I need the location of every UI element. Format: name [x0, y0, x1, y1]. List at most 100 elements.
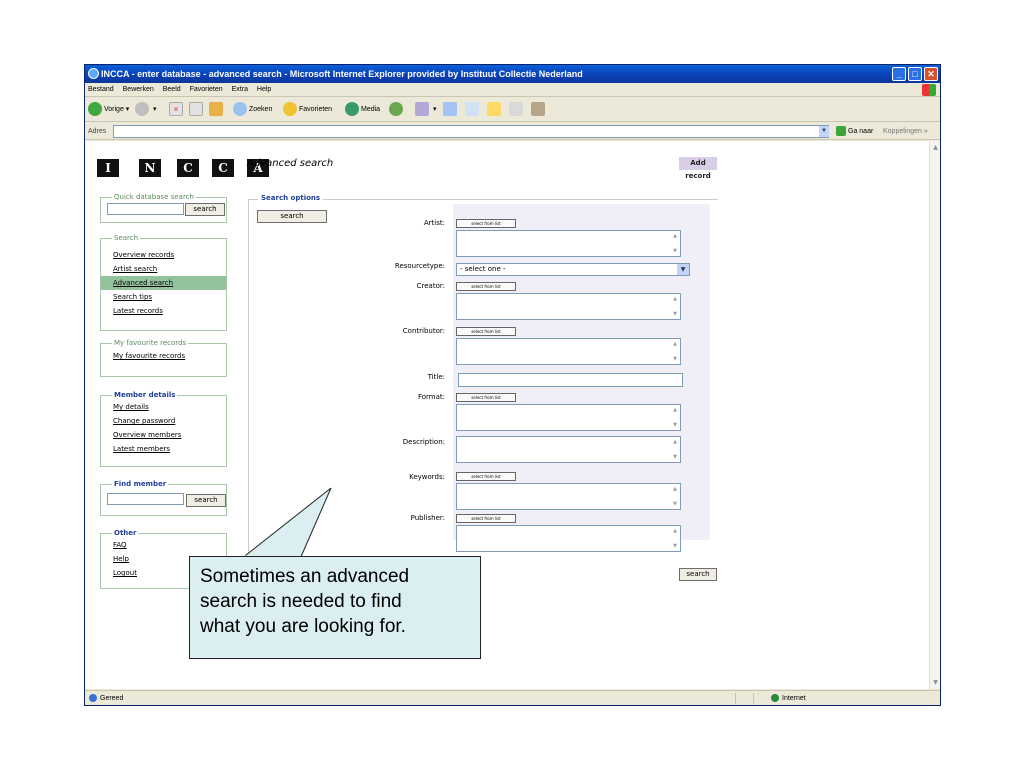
nav-my-details[interactable]: My details [101, 400, 226, 414]
callout-line-3: what you are looking for. [200, 616, 406, 637]
messenger-button[interactable] [509, 101, 525, 118]
artist-textarea[interactable]: ▲ ▼ [456, 230, 681, 257]
media-button[interactable]: Media [345, 101, 380, 118]
menu-extra[interactable]: Extra [232, 86, 248, 93]
find-member-button[interactable]: search [186, 494, 226, 507]
page-icon [89, 694, 97, 703]
scroll-down-icon[interactable]: ▼ [671, 247, 679, 255]
scroll-up-icon[interactable]: ▲ [671, 527, 679, 535]
nav-search-tips[interactable]: Search tips [101, 290, 226, 304]
contributor-textarea[interactable]: ▲ ▼ [456, 338, 681, 365]
back-arrow-icon [88, 102, 102, 117]
edit-button[interactable] [465, 101, 481, 118]
format-textarea[interactable]: ▲ ▼ [456, 404, 681, 431]
mail-button[interactable]: ▾ [415, 101, 436, 118]
title-input[interactable] [458, 373, 683, 387]
nav-latest-members[interactable]: Latest members [101, 442, 226, 456]
publisher-textarea[interactable]: ▲ ▼ [456, 525, 681, 552]
chevron-down-icon[interactable]: ▼ [677, 264, 689, 275]
resourcetype-select[interactable]: - select one - ▼ [456, 263, 690, 276]
scroll-up-icon[interactable]: ▲ [671, 295, 679, 303]
format-select-button[interactable]: select from list [456, 393, 516, 402]
refresh-button[interactable] [189, 101, 205, 118]
search-options-top-button[interactable]: search [257, 210, 327, 223]
nav-change-password[interactable]: Change password [101, 414, 226, 428]
scroll-up-icon[interactable]: ▲ [671, 438, 679, 446]
format-label: Format: [417, 393, 445, 401]
address-dropdown-icon[interactable]: ▼ [819, 126, 829, 137]
contributor-select-button[interactable]: select from list [456, 327, 516, 336]
search-submit-button[interactable]: search [679, 568, 717, 581]
maximize-icon[interactable]: □ [908, 67, 922, 81]
history-icon [389, 102, 403, 117]
artist-select-button[interactable]: select from list [456, 219, 516, 228]
add-record-button[interactable]: Add record [679, 157, 717, 180]
contributor-label: Contributor: [402, 327, 445, 335]
window-controls: _ □ ✕ [892, 67, 938, 81]
publisher-select-button[interactable]: select from list [456, 514, 516, 523]
book-icon [531, 102, 545, 117]
nav-my-favourite-records[interactable]: My favourite records [101, 349, 226, 363]
search-nav-panel: Search Overview records Artist search Ad… [100, 234, 227, 331]
menu-bestand[interactable]: Bestand [88, 86, 114, 93]
folder-button[interactable] [487, 101, 503, 118]
messenger-icon [509, 102, 523, 117]
print-button[interactable] [443, 101, 459, 118]
research-button[interactable] [531, 101, 547, 118]
callout-box: Sometimes an advanced search is needed t… [189, 556, 481, 659]
scroll-down-icon[interactable]: ▼ [671, 310, 679, 318]
other-legend: Other [114, 529, 137, 537]
member-panel: Member details My details Change passwor… [100, 391, 227, 467]
scroll-down-icon[interactable]: ▼ [671, 500, 679, 508]
scroll-down-icon[interactable]: ▼ [671, 542, 679, 550]
incca-logo[interactable]: I N C C A [97, 159, 269, 177]
scroll-down-icon[interactable]: ▼ [671, 421, 679, 429]
back-button[interactable]: Vorige ▾ [88, 101, 129, 118]
scroll-down-icon[interactable]: ▼ [671, 355, 679, 363]
scroll-up-icon[interactable]: ▲ [671, 485, 679, 493]
minimize-icon[interactable]: _ [892, 67, 906, 81]
page-scrollbar[interactable]: ▲ ▼ [929, 141, 940, 689]
forward-button[interactable]: ▾ [135, 101, 156, 118]
keywords-textarea[interactable]: ▲ ▼ [456, 483, 681, 510]
find-member-input[interactable] [107, 493, 184, 505]
nav-advanced-search[interactable]: Advanced search [101, 276, 226, 290]
title-label: Title: [427, 373, 445, 381]
home-button[interactable] [209, 101, 225, 118]
menu-help[interactable]: Help [257, 86, 271, 93]
links-button[interactable]: Koppelingen » [883, 123, 928, 140]
stop-icon: × [169, 102, 183, 117]
search-nav-legend: Search [114, 234, 139, 242]
globe-icon [771, 694, 779, 703]
ie-icon [88, 68, 99, 79]
scroll-up-icon[interactable]: ▲ [671, 406, 679, 414]
creator-textarea[interactable]: ▲ ▼ [456, 293, 681, 320]
description-textarea[interactable]: ▲ ▼ [456, 436, 681, 463]
scroll-down-icon[interactable]: ▼ [671, 453, 679, 461]
nav-faq[interactable]: FAQ [101, 538, 226, 552]
creator-select-button[interactable]: select from list [456, 282, 516, 291]
creator-label: Creator: [416, 282, 445, 290]
stop-button[interactable]: × [169, 101, 185, 118]
close-icon[interactable]: ✕ [924, 67, 938, 81]
search-button[interactable]: Zoeken [233, 101, 272, 118]
favorites-button[interactable]: Favorieten [283, 101, 332, 118]
menu-beeld[interactable]: Beeld [163, 86, 181, 93]
nav-artist-search[interactable]: Artist search [101, 262, 226, 276]
history-button[interactable] [389, 101, 405, 118]
menu-favorieten[interactable]: Favorieten [190, 86, 223, 93]
scroll-up-icon[interactable]: ▲ [671, 340, 679, 348]
menu-bewerken[interactable]: Bewerken [123, 86, 154, 93]
quick-search-button[interactable]: search [185, 203, 225, 216]
nav-overview-members[interactable]: Overview members [101, 428, 226, 442]
scroll-down-icon[interactable]: ▼ [931, 678, 940, 687]
go-button[interactable]: Ga naar [836, 123, 873, 140]
keywords-select-button[interactable]: select from list [456, 472, 516, 481]
nav-latest-records[interactable]: Latest records [101, 304, 226, 318]
scroll-up-icon[interactable]: ▲ [931, 143, 940, 152]
scroll-up-icon[interactable]: ▲ [671, 232, 679, 240]
window-title: INCCA - enter database - advanced search… [101, 69, 583, 79]
address-input[interactable] [113, 125, 829, 138]
quick-search-input[interactable] [107, 203, 184, 215]
nav-overview-records[interactable]: Overview records [101, 248, 226, 262]
